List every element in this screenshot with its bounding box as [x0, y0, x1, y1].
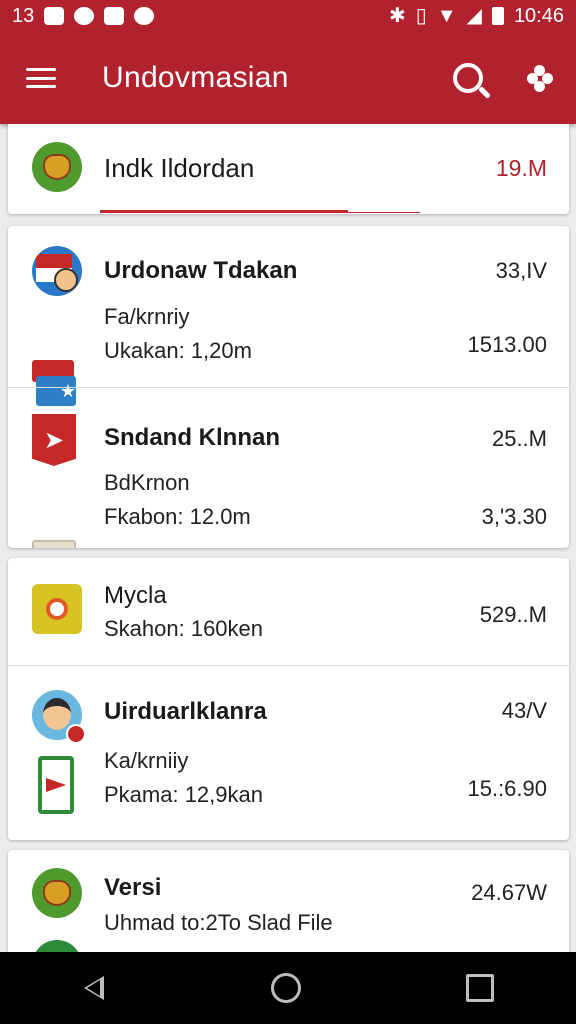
item-amount: 3,'3.30 — [481, 504, 547, 529]
options-button[interactable] — [504, 32, 576, 124]
item-title: Urdonaw Tdakan — [104, 257, 298, 284]
item-detail: Fkabon: 12.0m — [104, 504, 251, 529]
flag-avatar-icon — [32, 246, 82, 296]
item-subtitle: Uhmad to:2To Slad File — [104, 910, 333, 935]
recents-icon — [465, 974, 494, 1002]
status-left: 13 — [12, 5, 155, 27]
dot-icon — [134, 7, 155, 25]
status-bar: 13 ✱ ▯ ▼ ◢ 10:46 — [0, 0, 576, 32]
item-title: Versi — [104, 874, 162, 901]
status-count: 13 — [12, 5, 35, 27]
image-icon — [44, 7, 65, 25]
chat-bubble-icon — [32, 584, 82, 634]
back-button[interactable] — [64, 956, 124, 1020]
header-title: Indk Ildordan — [104, 153, 255, 183]
content-list[interactable]: Indk Ildordan 19.M Urdonaw Tdakan 33,IV … — [0, 124, 576, 952]
card-1: Urdonaw Tdakan 33,IV ★ Fa/krnriy Ukakan:… — [8, 226, 569, 548]
bag-icon — [104, 7, 125, 25]
whatsapp-icon — [74, 7, 95, 25]
bluetooth-icon: ✱ — [388, 5, 406, 27]
app-title: Undovmasian — [102, 61, 289, 94]
item-title: Sndand Klnnan — [104, 424, 280, 451]
back-icon — [84, 976, 105, 1000]
item-detail: Ukakan: 1,20m — [104, 338, 252, 363]
item-title: Mycla — [104, 582, 167, 609]
tab-indicator-secondary — [348, 212, 420, 213]
person-avatar-icon — [32, 690, 86, 744]
menu-icon — [26, 68, 56, 88]
battery-icon — [491, 7, 504, 25]
green-circle-icon — [32, 940, 82, 952]
item-detail: Pkama: 12,9kan — [104, 782, 263, 807]
item-amount: 1513.00 — [467, 332, 547, 357]
search-icon — [453, 63, 483, 93]
item-value: 33,IV — [495, 258, 547, 283]
red-bookmark-icon: ➤ — [32, 414, 76, 466]
header-value: 19.M — [495, 155, 547, 181]
vibrate-icon: ▯ — [415, 5, 427, 27]
list-item[interactable]: Versi 24.67W Uhmad to:2To Slad File — [8, 850, 569, 952]
garuda-emblem-icon — [32, 142, 82, 192]
phone-icon — [38, 756, 74, 814]
item-subtitle: BdKrnon — [104, 470, 190, 495]
garuda-emblem-icon — [32, 868, 82, 918]
search-button[interactable] — [432, 32, 504, 124]
list-item[interactable]: Urdonaw Tdakan 33,IV ★ Fa/krnriy Ukakan:… — [8, 226, 569, 406]
list-item[interactable]: ➤ Sndand Klnnan 25..M BdKrnon Fkabon: 12… — [8, 388, 569, 548]
item-title: Uirduarlklanra — [104, 698, 267, 725]
recents-button[interactable] — [448, 956, 512, 1020]
item-subtitle: Fa/krnriy — [104, 304, 190, 329]
item-value: 529..M — [479, 602, 547, 627]
card-2: Mycla Skahon: 160ken 529..M Uirduarlklan… — [8, 558, 569, 840]
menu-button[interactable] — [0, 32, 82, 124]
item-value: 25..M — [491, 426, 547, 451]
drawer-icon — [32, 540, 76, 548]
item-detail: Skahon: 160ken — [104, 616, 264, 641]
wifi-icon: ▼ — [436, 5, 457, 27]
status-time: 10:46 — [513, 5, 564, 27]
item-subtitle: Ka/krniiy — [104, 748, 189, 773]
list-item[interactable]: Uirduarlklanra 43/V Ka/krniiy Pkama: 12,… — [8, 666, 569, 840]
item-value: 43/V — [501, 698, 547, 723]
home-icon — [270, 973, 301, 1003]
app-bar: Undovmasian — [0, 32, 576, 124]
item-amount: 15.:6.90 — [467, 776, 547, 801]
clover-icon — [527, 65, 553, 92]
tab-indicator — [100, 210, 348, 213]
navigation-bar — [0, 952, 576, 1024]
home-button[interactable] — [253, 955, 319, 1021]
header-card[interactable]: Indk Ildordan 19.M — [8, 124, 569, 214]
card-3: Versi 24.67W Uhmad to:2To Slad File — [8, 850, 569, 952]
list-item[interactable]: Mycla Skahon: 160ken 529..M — [8, 558, 569, 665]
item-value: 24.67W — [471, 880, 547, 905]
signal-icon: ◢ — [466, 5, 482, 27]
status-right: ✱ ▯ ▼ ◢ 10:46 — [389, 6, 564, 26]
